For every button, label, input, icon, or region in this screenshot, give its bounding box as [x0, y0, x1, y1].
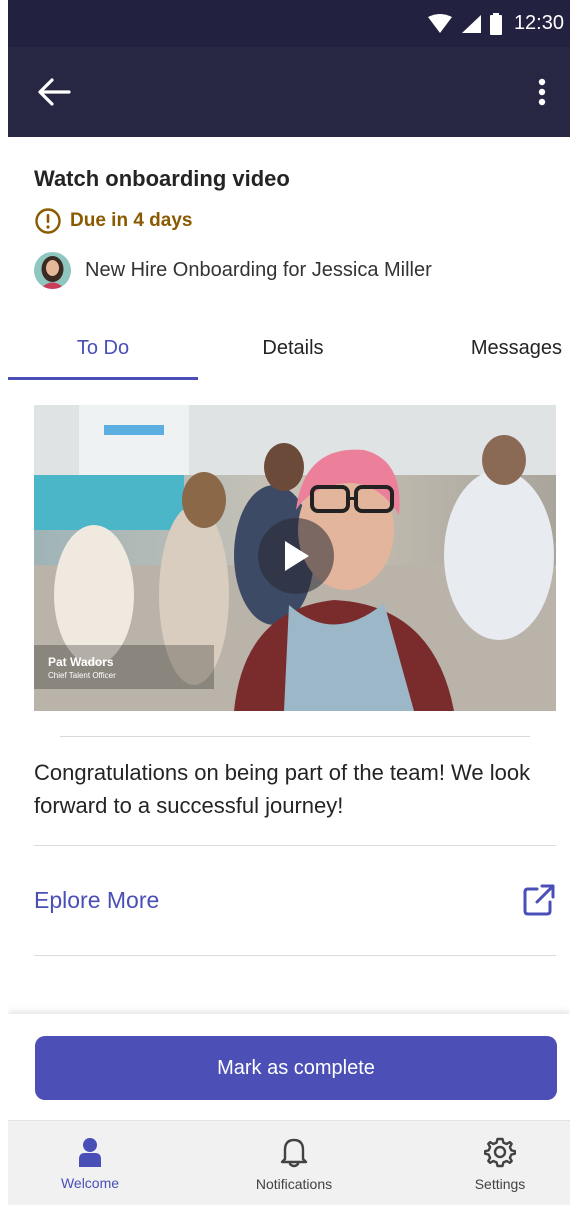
speaker-name: Pat Wadors — [48, 655, 114, 669]
battery-icon — [489, 12, 502, 35]
task-title: Watch onboarding video — [34, 166, 290, 191]
bell-icon — [280, 1138, 308, 1167]
nav-welcome[interactable]: Welcome — [50, 1121, 130, 1205]
nav-settings-label: Settings — [474, 1175, 526, 1192]
due-text: Due in 4 days — [70, 210, 193, 231]
more-vertical-icon — [538, 78, 546, 106]
person-icon — [79, 1137, 101, 1167]
open-external-icon — [523, 884, 555, 916]
nav-settings[interactable]: Settings — [460, 1121, 540, 1205]
explore-more-link[interactable]: Eplore More — [34, 870, 556, 930]
back-button[interactable] — [30, 71, 78, 113]
action-area: Mark as complete — [8, 1014, 570, 1120]
warning-icon — [35, 208, 61, 234]
arrow-left-icon — [38, 78, 71, 106]
phone-screen: 12:30 Watch onboarding video Due in 4 da… — [8, 0, 570, 1205]
play-icon — [285, 541, 309, 571]
video-player[interactable]: Pat Wadors Chief Talent Officer — [34, 405, 556, 711]
divider — [60, 736, 530, 737]
status-bar: 12:30 — [8, 0, 570, 47]
due-indicator: Due in 4 days — [34, 206, 193, 236]
bottom-navigation: Welcome Notifications Settings — [8, 1120, 570, 1205]
welcome-message: Congratulations on being part of the tea… — [34, 760, 531, 818]
plan-name: New Hire Onboarding for Jessica Miller — [85, 258, 432, 281]
wifi-icon — [427, 13, 452, 33]
divider — [34, 845, 556, 846]
divider — [34, 955, 556, 956]
tab-to-do[interactable]: To Do — [8, 318, 198, 380]
play-button[interactable] — [258, 518, 334, 594]
more-options-button[interactable] — [524, 71, 560, 113]
explore-more-label: Eplore More — [34, 886, 160, 913]
app-bar — [8, 47, 570, 137]
nav-notifications[interactable]: Notifications — [234, 1121, 354, 1205]
gear-icon — [484, 1137, 516, 1167]
status-time: 12:30 — [513, 12, 564, 34]
tab-bar: To Do Details Messages — [8, 318, 570, 380]
tab-details[interactable]: Details — [198, 318, 388, 378]
nav-welcome-label: Welcome — [60, 1174, 120, 1191]
mark-complete-button[interactable]: Mark as complete — [35, 1036, 557, 1100]
tab-messages[interactable]: Messages — [388, 318, 570, 378]
nav-notifications-label: Notifications — [255, 1175, 333, 1192]
avatar — [34, 251, 71, 289]
status-icons: 12:30 — [427, 0, 564, 47]
signal-icon — [461, 14, 481, 33]
speaker-role: Chief Talent Officer — [48, 671, 116, 680]
plan-info[interactable]: New Hire Onboarding for Jessica Miller — [34, 251, 432, 289]
